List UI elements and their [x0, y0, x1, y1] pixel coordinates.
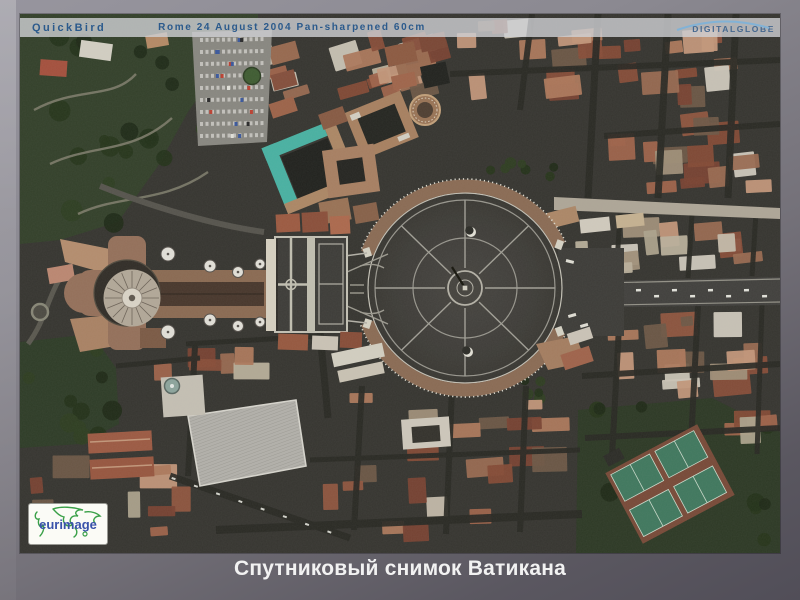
slide-edge-highlight	[0, 0, 16, 600]
sensor-label: QuickBird	[32, 21, 107, 34]
eurimage-label: eurimage	[39, 517, 97, 532]
satellite-image: QuickBird Rome 24 August 2004 Pan-sharpe…	[20, 14, 780, 553]
digitalglobe-logo: DIGITALGLOBE	[675, 19, 775, 37]
satellite-scene	[20, 14, 780, 553]
presentation-slide: { "slide": { "caption": "Спутниковый сни…	[0, 0, 800, 600]
image-header-strip: QuickBird Rome 24 August 2004 Pan-sharpe…	[20, 18, 780, 37]
globe-swoosh-icon	[676, 20, 770, 31]
eurimage-logo: eurimage	[28, 503, 108, 545]
slide-caption: Спутниковый снимок Ватикана	[233, 557, 566, 580]
acquisition-details: Rome 24 August 2004 Pan-sharpened 60cm	[158, 22, 426, 33]
